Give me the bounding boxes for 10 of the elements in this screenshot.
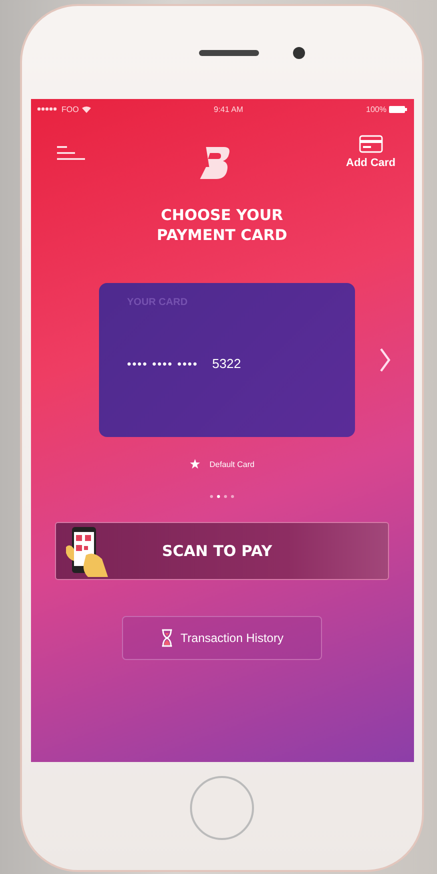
add-card-button[interactable]: Add Card <box>346 135 396 169</box>
scan-to-pay-button[interactable]: SCAN TO PAY <box>55 522 389 580</box>
screen-title: CHOOSE YOUR PAYMENT CARD <box>156 205 288 245</box>
card-last-digits: 5322 <box>212 356 242 371</box>
carrier-name: FOO <box>62 104 79 114</box>
battery-percent: 100% <box>366 104 386 114</box>
masked-card-digits: •••• •••• •••• <box>127 356 198 370</box>
status-time: 9:41 AM <box>214 104 244 114</box>
transaction-history-button[interactable]: Transaction History <box>122 616 322 660</box>
default-card-label: Default Card <box>210 460 254 468</box>
